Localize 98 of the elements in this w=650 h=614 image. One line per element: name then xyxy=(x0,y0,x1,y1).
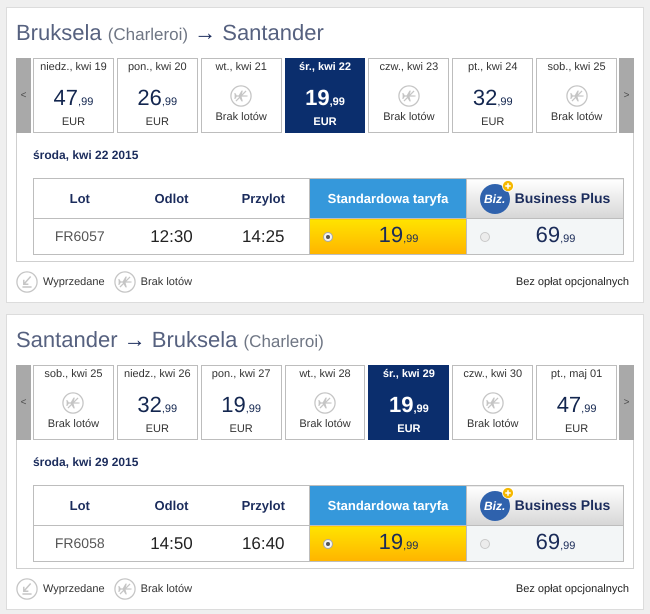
column-header: Lot xyxy=(34,178,126,218)
day-fare-card[interactable]: pt., kwi 24 32,99 EUR xyxy=(452,58,534,133)
day-label: niedz., kwi 19 xyxy=(40,60,107,74)
currency-label: EUR xyxy=(397,422,420,436)
day-fare-card[interactable]: sob., kwi 25 Brak lotów xyxy=(536,58,618,133)
no-flights-label: Brak lotów xyxy=(383,110,435,124)
currency-label: EUR xyxy=(146,115,169,129)
column-header: Odlot xyxy=(126,178,218,218)
flight-number-cell: FR6058 xyxy=(34,526,126,562)
no-flights-icon xyxy=(230,85,252,107)
radio-button[interactable] xyxy=(480,538,490,548)
no-flights-label: Brak lotów xyxy=(48,417,100,431)
fare-title: Business Plus xyxy=(514,189,610,208)
sold-out-icon xyxy=(16,578,38,600)
fare-price: 19,99 xyxy=(378,530,418,556)
no-flights-icon xyxy=(114,578,136,600)
day-fare-card[interactable]: pon., kwi 27 19,99 EUR xyxy=(200,365,282,440)
fare-price: 32,99 xyxy=(137,393,178,419)
no-flights-icon xyxy=(62,392,84,414)
day-label: pon., kwi 20 xyxy=(128,60,187,74)
column-header: Lot xyxy=(34,486,126,526)
day-label: pt., kwi 24 xyxy=(468,60,518,74)
radio-button[interactable] xyxy=(323,538,333,548)
fare-title: Business Plus xyxy=(514,496,610,515)
date-heading: środa, kwi 29 2015 xyxy=(33,454,140,470)
currency-label: EUR xyxy=(481,115,504,129)
legend-label: Wyprzedane xyxy=(43,582,105,597)
no-flights-icon xyxy=(482,392,504,414)
fare-header: Standardowa taryfa xyxy=(310,178,466,218)
no-flights-icon xyxy=(398,85,420,107)
fare-price: 26,99 xyxy=(137,86,178,112)
legend-label: Brak lotów xyxy=(140,582,192,597)
fare-price: 19,99 xyxy=(378,222,418,248)
fees-note: Bez opłat opcjonalnych xyxy=(516,582,629,597)
fare-price: 69,99 xyxy=(536,530,576,556)
column-header: Odlot xyxy=(126,486,218,526)
radio-button[interactable] xyxy=(480,232,490,242)
next-button[interactable]: > xyxy=(619,58,634,133)
currency-label: EUR xyxy=(564,422,588,436)
day-fare-card[interactable]: śr., kwi 29 19,99 EUR xyxy=(368,365,450,440)
day-fare-card[interactable]: wt., kwi 21 Brak lotów xyxy=(200,58,282,133)
fare-price: 69,99 xyxy=(536,222,576,248)
fare-price: 19,99 xyxy=(221,393,262,419)
no-flights-icon xyxy=(314,392,336,414)
sold-out-icon xyxy=(16,271,38,293)
day-label: sob., kwi 25 xyxy=(548,60,606,74)
day-fare-card[interactable]: niedz., kwi 19 47,99 EUR xyxy=(33,58,114,133)
currency-label: EUR xyxy=(146,422,169,436)
no-flights-label: Brak lotów xyxy=(550,110,602,124)
previous-button[interactable]: < xyxy=(16,365,31,440)
date-heading: środa, kwi 22 2015 xyxy=(33,147,140,163)
day-fare-card[interactable]: pon., kwi 20 26,99 EUR xyxy=(116,58,198,133)
previous-button[interactable]: < xyxy=(16,58,31,133)
fare-header: Standardowa taryfa xyxy=(310,486,466,526)
day-fare-card[interactable]: śr., kwi 22 19,99 EUR xyxy=(284,58,366,133)
radio-button[interactable] xyxy=(323,232,333,242)
day-fare-card[interactable]: czw., kwi 30 Brak lotów xyxy=(452,365,534,440)
day-label: czw., kwi 23 xyxy=(380,60,438,74)
arrival-time-cell: 14:25 xyxy=(218,218,310,254)
fare-price: 19,99 xyxy=(388,393,429,419)
legend-label: Brak lotów xyxy=(140,274,192,290)
flight-number-cell: FR6057 xyxy=(34,218,126,254)
fare-price: 47,99 xyxy=(54,86,94,112)
fare-price: 19,99 xyxy=(305,86,345,112)
next-button[interactable]: > xyxy=(619,365,634,440)
day-label: śr., kwi 22 xyxy=(299,60,351,74)
arrival-time-cell: 16:40 xyxy=(218,526,310,562)
day-fare-card[interactable]: wt., kwi 28 Brak lotów xyxy=(284,365,366,440)
legend-label: Wyprzedane xyxy=(43,274,105,290)
route-title: Bruksela (Charleroi) → Santander xyxy=(16,19,325,47)
biz-logo: Biz. xyxy=(480,184,510,214)
day-fare-card[interactable]: pt., maj 01 47,99 EUR xyxy=(536,365,618,440)
biz-logo: Biz. xyxy=(480,490,510,520)
no-flights-label: Brak lotów xyxy=(299,417,351,431)
no-flights-icon xyxy=(114,271,136,293)
day-fare-card[interactable]: sob., kwi 25 Brak lotów xyxy=(33,365,114,440)
no-flights-icon xyxy=(566,85,588,107)
currency-label: EUR xyxy=(62,115,86,129)
day-label: wt., kwi 21 xyxy=(215,60,267,74)
fees-note: Bez opłat opcjonalnych xyxy=(516,274,629,290)
departure-time-cell: 14:50 xyxy=(126,526,218,562)
currency-label: EUR xyxy=(313,115,337,129)
no-flights-label: Brak lotów xyxy=(215,110,267,124)
day-label: sob., kwi 25 xyxy=(44,367,102,381)
fare-price: 47,99 xyxy=(556,393,596,419)
no-flights-label: Brak lotów xyxy=(467,417,518,431)
departure-time-cell: 12:30 xyxy=(126,218,218,254)
fare-price: 32,99 xyxy=(472,86,513,112)
day-label: śr., kwi 29 xyxy=(382,367,435,381)
day-label: niedz., kwi 26 xyxy=(124,367,191,381)
day-label: czw., kwi 30 xyxy=(463,367,522,381)
day-label: wt., kwi 28 xyxy=(299,367,351,381)
route-title: Santander → Bruksela (Charleroi) xyxy=(16,326,325,354)
day-fare-card[interactable]: niedz., kwi 26 32,99 EUR xyxy=(116,365,198,440)
day-fare-card[interactable]: czw., kwi 23 Brak lotów xyxy=(368,58,450,133)
day-label: pon., kwi 27 xyxy=(212,367,270,381)
currency-label: EUR xyxy=(230,422,253,436)
day-label: pt., maj 01 xyxy=(550,367,602,381)
